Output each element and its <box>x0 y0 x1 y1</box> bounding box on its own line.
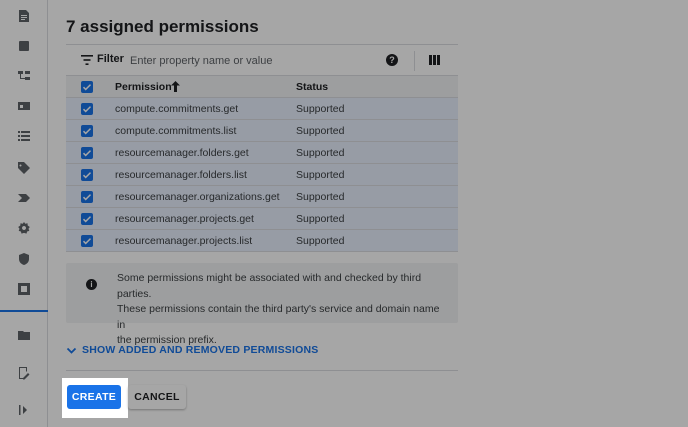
status-cell: Supported <box>296 103 345 115</box>
column-display-icon[interactable] <box>429 55 440 65</box>
permission-cell: resourcemanager.folders.get <box>115 147 249 159</box>
permission-column-header[interactable]: Permission <box>115 81 172 93</box>
row-checkbox[interactable] <box>81 125 93 137</box>
status-cell: Supported <box>296 147 345 159</box>
tree-icon[interactable] <box>12 64 36 88</box>
status-cell: Supported <box>296 213 345 225</box>
table-row: resourcemanager.projects.list Supported <box>66 230 458 252</box>
gear-icon[interactable] <box>12 216 36 240</box>
row-checkbox[interactable] <box>81 235 93 247</box>
tag-icon[interactable] <box>12 156 36 180</box>
row-checkbox[interactable] <box>81 103 93 115</box>
chevron-down-icon <box>66 347 77 354</box>
note-icon[interactable] <box>12 34 36 58</box>
filter-toolbar: Filter ? <box>66 44 458 76</box>
table-row: resourcemanager.folders.list Supported <box>66 164 458 186</box>
status-cell: Supported <box>296 125 345 137</box>
sort-ascending-icon[interactable] <box>170 80 181 93</box>
permission-cell: resourcemanager.folders.list <box>115 169 247 181</box>
status-column-header[interactable]: Status <box>296 81 328 93</box>
grid-icon[interactable] <box>12 277 36 301</box>
main-content: 7 assigned permissions Filter ? Permissi… <box>48 0 688 427</box>
info-line: Some permissions might be associated wit… <box>117 272 422 300</box>
page-title: 7 assigned permissions <box>66 17 259 36</box>
row-checkbox[interactable] <box>81 191 93 203</box>
status-cell: Supported <box>296 235 345 247</box>
rail-active-indicator <box>0 310 48 312</box>
help-icon[interactable]: ? <box>386 54 398 66</box>
info-message: Some permissions might be associated wit… <box>117 271 447 349</box>
list-icon[interactable] <box>12 124 36 148</box>
filter-label[interactable]: Filter <box>97 53 124 65</box>
shield-icon[interactable] <box>12 247 36 271</box>
toolbar-divider <box>414 51 415 71</box>
table-row: resourcemanager.organizations.get Suppor… <box>66 186 458 208</box>
show-added-removed-permissions-toggle[interactable]: SHOW ADDED AND REMOVED PERMISSIONS <box>66 344 318 356</box>
row-checkbox[interactable] <box>81 213 93 225</box>
permission-cell: resourcemanager.projects.list <box>115 235 253 247</box>
table-row: compute.commitments.list Supported <box>66 120 458 142</box>
table-row: compute.commitments.get Supported <box>66 98 458 120</box>
label-icon[interactable] <box>12 186 36 210</box>
cancel-button[interactable]: CANCEL <box>128 385 186 409</box>
permissions-table: Permission Status compute.commitments.ge… <box>66 76 458 252</box>
create-button[interactable]: CREATE <box>67 385 121 409</box>
card-icon[interactable] <box>12 94 36 118</box>
status-cell: Supported <box>296 191 345 203</box>
permission-cell: compute.commitments.list <box>115 125 237 137</box>
left-navigation-rail <box>0 0 48 427</box>
third-party-info-box: i Some permissions might be associated w… <box>66 263 458 346</box>
info-icon: i <box>86 279 97 290</box>
table-header-row: Permission Status <box>66 76 458 98</box>
document-icon[interactable] <box>12 4 36 28</box>
permission-cell: compute.commitments.get <box>115 103 239 115</box>
filter-icon[interactable] <box>81 55 93 65</box>
filter-input[interactable] <box>130 51 380 70</box>
show-link-label: SHOW ADDED AND REMOVED PERMISSIONS <box>82 344 319 356</box>
row-checkbox[interactable] <box>81 169 93 181</box>
row-checkbox[interactable] <box>81 147 93 159</box>
status-cell: Supported <box>296 169 345 181</box>
folder-gear-icon[interactable] <box>12 323 36 347</box>
expand-rail-icon[interactable] <box>12 398 36 422</box>
doc-edit-icon[interactable] <box>12 361 36 385</box>
permission-cell: resourcemanager.projects.get <box>115 213 254 225</box>
table-row: resourcemanager.folders.get Supported <box>66 142 458 164</box>
permission-cell: resourcemanager.organizations.get <box>115 191 280 203</box>
section-divider <box>66 370 458 371</box>
table-row: resourcemanager.projects.get Supported <box>66 208 458 230</box>
select-all-checkbox[interactable] <box>81 81 93 93</box>
info-line: These permissions contain the third part… <box>117 303 440 331</box>
